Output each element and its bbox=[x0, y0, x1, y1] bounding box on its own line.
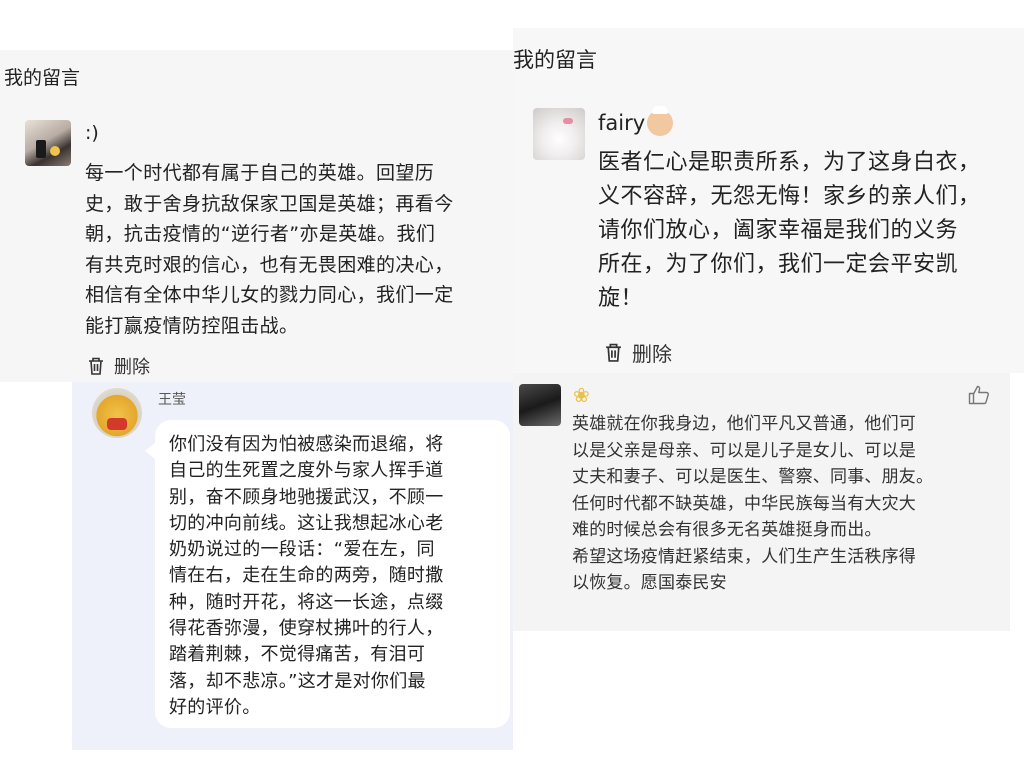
username[interactable]: 王莹 bbox=[158, 389, 186, 409]
delete-button[interactable]: 删除 bbox=[605, 338, 672, 367]
comment-panel-2: 我的留言 fairy 医者仁心是职责所系，为了这身白衣， 义不容辞，无怨无悔！家乡… bbox=[513, 28, 1024, 373]
like-button[interactable] bbox=[968, 385, 990, 409]
flower-icon: ❀ bbox=[573, 383, 590, 407]
section-title: 我的留言 bbox=[4, 67, 81, 89]
thumbs-up-icon bbox=[968, 385, 989, 405]
comment-text: 每一个时代都有属于自己的英雄。回望历 史，敢于舍身抗敌保家卫国是英雄；再看今 朝，抗… bbox=[85, 162, 454, 337]
section-title: 我的留言 bbox=[513, 48, 597, 72]
comment-panel-4: ❀ 英雄就在你我身边，他们平凡又普通，他们可 以是父亲是母亲、可以是儿子是女儿、可… bbox=[513, 373, 1010, 631]
username[interactable]: fairy bbox=[598, 106, 674, 136]
trash-icon bbox=[89, 357, 103, 375]
username[interactable]: :) bbox=[85, 122, 99, 144]
baby-emoji-icon bbox=[647, 106, 674, 136]
comment-text: 你们没有因为怕被感染而退缩，将 自己的生死置之度外与家人挥手道 别，奋不顾身地驰援武… bbox=[169, 434, 444, 718]
avatar[interactable] bbox=[25, 120, 71, 166]
trash-icon bbox=[606, 343, 621, 362]
message-bubble: 你们没有因为怕被感染而退缩，将 自己的生死置之度外与家人挥手道 别，奋不顾身地驰援武… bbox=[145, 420, 510, 728]
delete-button[interactable]: 删除 bbox=[88, 353, 150, 379]
comment-panel-1: 我的留言 :) 每一个时代都有属于自己的英雄。回望历 史，敢于舍身抗敌保家卫国是英… bbox=[0, 50, 545, 382]
avatar[interactable] bbox=[533, 108, 585, 160]
avatar[interactable] bbox=[519, 384, 561, 426]
comment-panel-3: 王莹 你们没有因为怕被感染而退缩，将 自己的生死置之度外与家人挥手道 别，奋不顾身地… bbox=[72, 382, 513, 750]
avatar[interactable] bbox=[92, 388, 142, 438]
comment-text: 医者仁心是职责所系，为了这身白衣， 义不容辞，无怨无悔！家乡的亲人们， 请你们放心，… bbox=[598, 150, 981, 311]
delete-label: 删除 bbox=[632, 342, 672, 366]
delete-label: 删除 bbox=[114, 357, 150, 378]
comment-text: 英雄就在你我身边，他们平凡又普通，他们可 以是父亲是母亲、可以是儿子是女儿、可以是… bbox=[572, 414, 934, 593]
